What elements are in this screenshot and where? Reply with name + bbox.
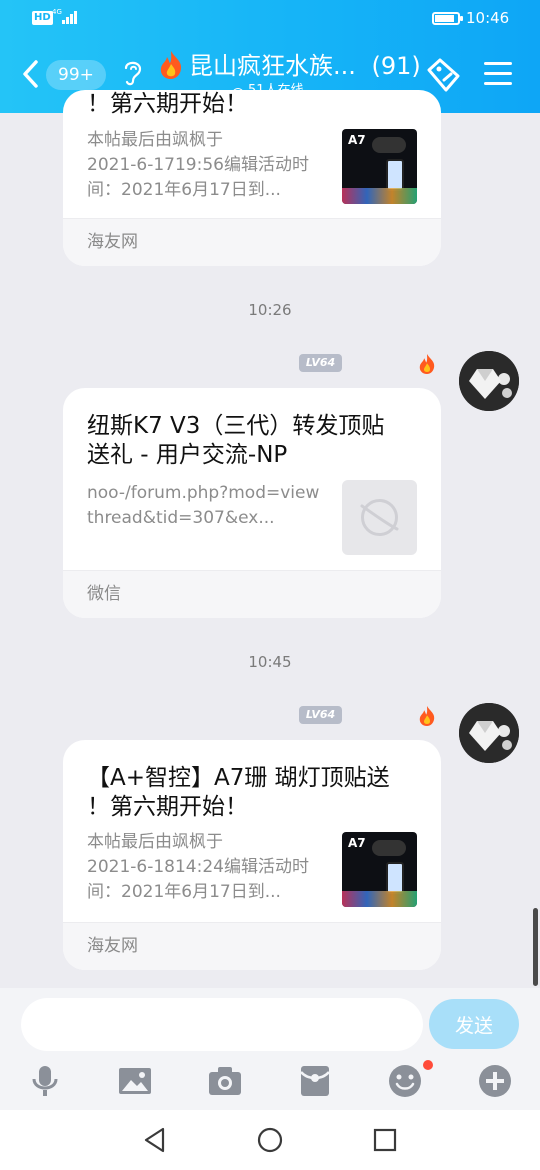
link-card-message[interactable]: 【A+智控】A7珊 瑚灯顶贴送 ！第六期开始！ 本帖最后由飒枫于 2021-6-… — [63, 740, 441, 970]
menu-icon[interactable] — [484, 62, 512, 86]
timestamp: 10:45 — [248, 653, 292, 671]
desc-line: noo-/forum.php?mod=view — [87, 483, 320, 503]
avatar-image — [459, 703, 519, 763]
nav-recents-icon[interactable] — [371, 1126, 399, 1154]
group-title[interactable]: 昆山疯狂水族... (91) — [189, 50, 421, 82]
hd-indicator: HD — [32, 11, 53, 25]
plus-icon[interactable] — [478, 1064, 512, 1098]
nav-back-icon[interactable] — [141, 1126, 169, 1154]
sender-avatar[interactable] — [459, 351, 519, 411]
system-navigation-bar — [0, 1110, 540, 1170]
member-count: (91) — [371, 52, 421, 80]
group-name: 昆山疯狂水族... — [189, 52, 356, 80]
level-badge: LV64 — [299, 354, 342, 372]
fire-icon — [419, 354, 435, 374]
planet-icon — [360, 499, 399, 536]
thumbnail-label: A7 — [348, 133, 366, 147]
card-description: 本帖最后由飒枫于 2021-6-1814:24编辑活动时 间：2021年6月17… — [87, 830, 337, 905]
card-source: 微信 — [63, 570, 441, 618]
link-card-message[interactable]: ！第六期开始！ 本帖最后由飒枫于 2021-6-1719:56编辑活动时 间：2… — [63, 90, 441, 266]
battery-icon — [432, 12, 463, 25]
title-line: ！第六期开始！ — [87, 794, 248, 820]
card-description: 本帖最后由飒枫于 2021-6-1719:56编辑活动时 间：2021年6月17… — [87, 128, 337, 203]
desc-line: 2021-6-1719:56编辑活动时 — [87, 155, 309, 175]
title-line: 【A+智控】A7珊 瑚灯顶贴送 — [87, 765, 390, 791]
image-icon[interactable] — [118, 1064, 152, 1098]
back-arrow-icon[interactable] — [22, 60, 39, 88]
desc-line: 本帖最后由飒枫于 — [87, 130, 223, 150]
scrollbar[interactable] — [533, 908, 538, 986]
title-line: 送礼 - 用户交流-NP — [87, 442, 288, 468]
card-source: 海友网 — [63, 922, 441, 970]
desc-line: 间：2021年6月17日到... — [87, 180, 281, 200]
sender-avatar[interactable] — [459, 703, 519, 763]
card-description: noo-/forum.php?mod=view thread&tid=307&e… — [87, 481, 337, 531]
network-type: 4G — [52, 8, 62, 16]
notification-dot — [423, 1060, 433, 1070]
thumbnail-label: A7 — [348, 836, 366, 850]
earpiece-mode-icon[interactable] — [122, 57, 144, 87]
desc-line: 本帖最后由飒枫于 — [87, 832, 223, 852]
unread-count-badge[interactable]: 99+ — [46, 60, 106, 90]
nav-home-icon[interactable] — [256, 1126, 284, 1154]
microphone-icon[interactable] — [28, 1064, 62, 1098]
card-title: 【A+智控】A7珊 瑚灯顶贴送 ！第六期开始！ — [87, 764, 390, 822]
status-time: 10:46 — [466, 9, 510, 27]
desc-line: 2021-6-1814:24编辑活动时 — [87, 857, 309, 877]
composer-bar: 发送 — [0, 988, 540, 1110]
group-tag-icon[interactable] — [424, 56, 464, 94]
red-packet-icon[interactable] — [298, 1064, 332, 1098]
card-title: 纽斯K7 V3（三代）转发顶贴 送礼 - 用户交流-NP — [87, 412, 384, 470]
level-badge: LV64 — [299, 706, 342, 724]
fire-icon — [160, 51, 182, 79]
desc-line: 间：2021年6月17日到... — [87, 882, 281, 902]
card-thumbnail: A7 — [342, 832, 417, 907]
card-thumbnail: A7 — [342, 129, 417, 204]
avatar-image — [459, 351, 519, 411]
camera-icon[interactable] — [208, 1064, 242, 1098]
card-source: 海友网 — [63, 218, 441, 266]
card-title: ！第六期开始！ — [87, 91, 248, 117]
fire-icon — [419, 706, 435, 726]
title-line: 纽斯K7 V3（三代）转发顶贴 — [87, 413, 385, 439]
timestamp: 10:26 — [248, 301, 292, 319]
link-placeholder-thumbnail — [342, 480, 417, 555]
message-input[interactable] — [21, 998, 423, 1051]
status-bar: HD 4G 10:46 — [0, 0, 540, 36]
send-button[interactable]: 发送 — [429, 999, 519, 1049]
link-card-message[interactable]: 纽斯K7 V3（三代）转发顶贴 送礼 - 用户交流-NP noo-/forum.… — [63, 388, 441, 618]
signal-icon — [62, 11, 78, 24]
desc-line: thread&tid=307&ex... — [87, 508, 275, 528]
emoji-icon[interactable] — [388, 1064, 422, 1098]
